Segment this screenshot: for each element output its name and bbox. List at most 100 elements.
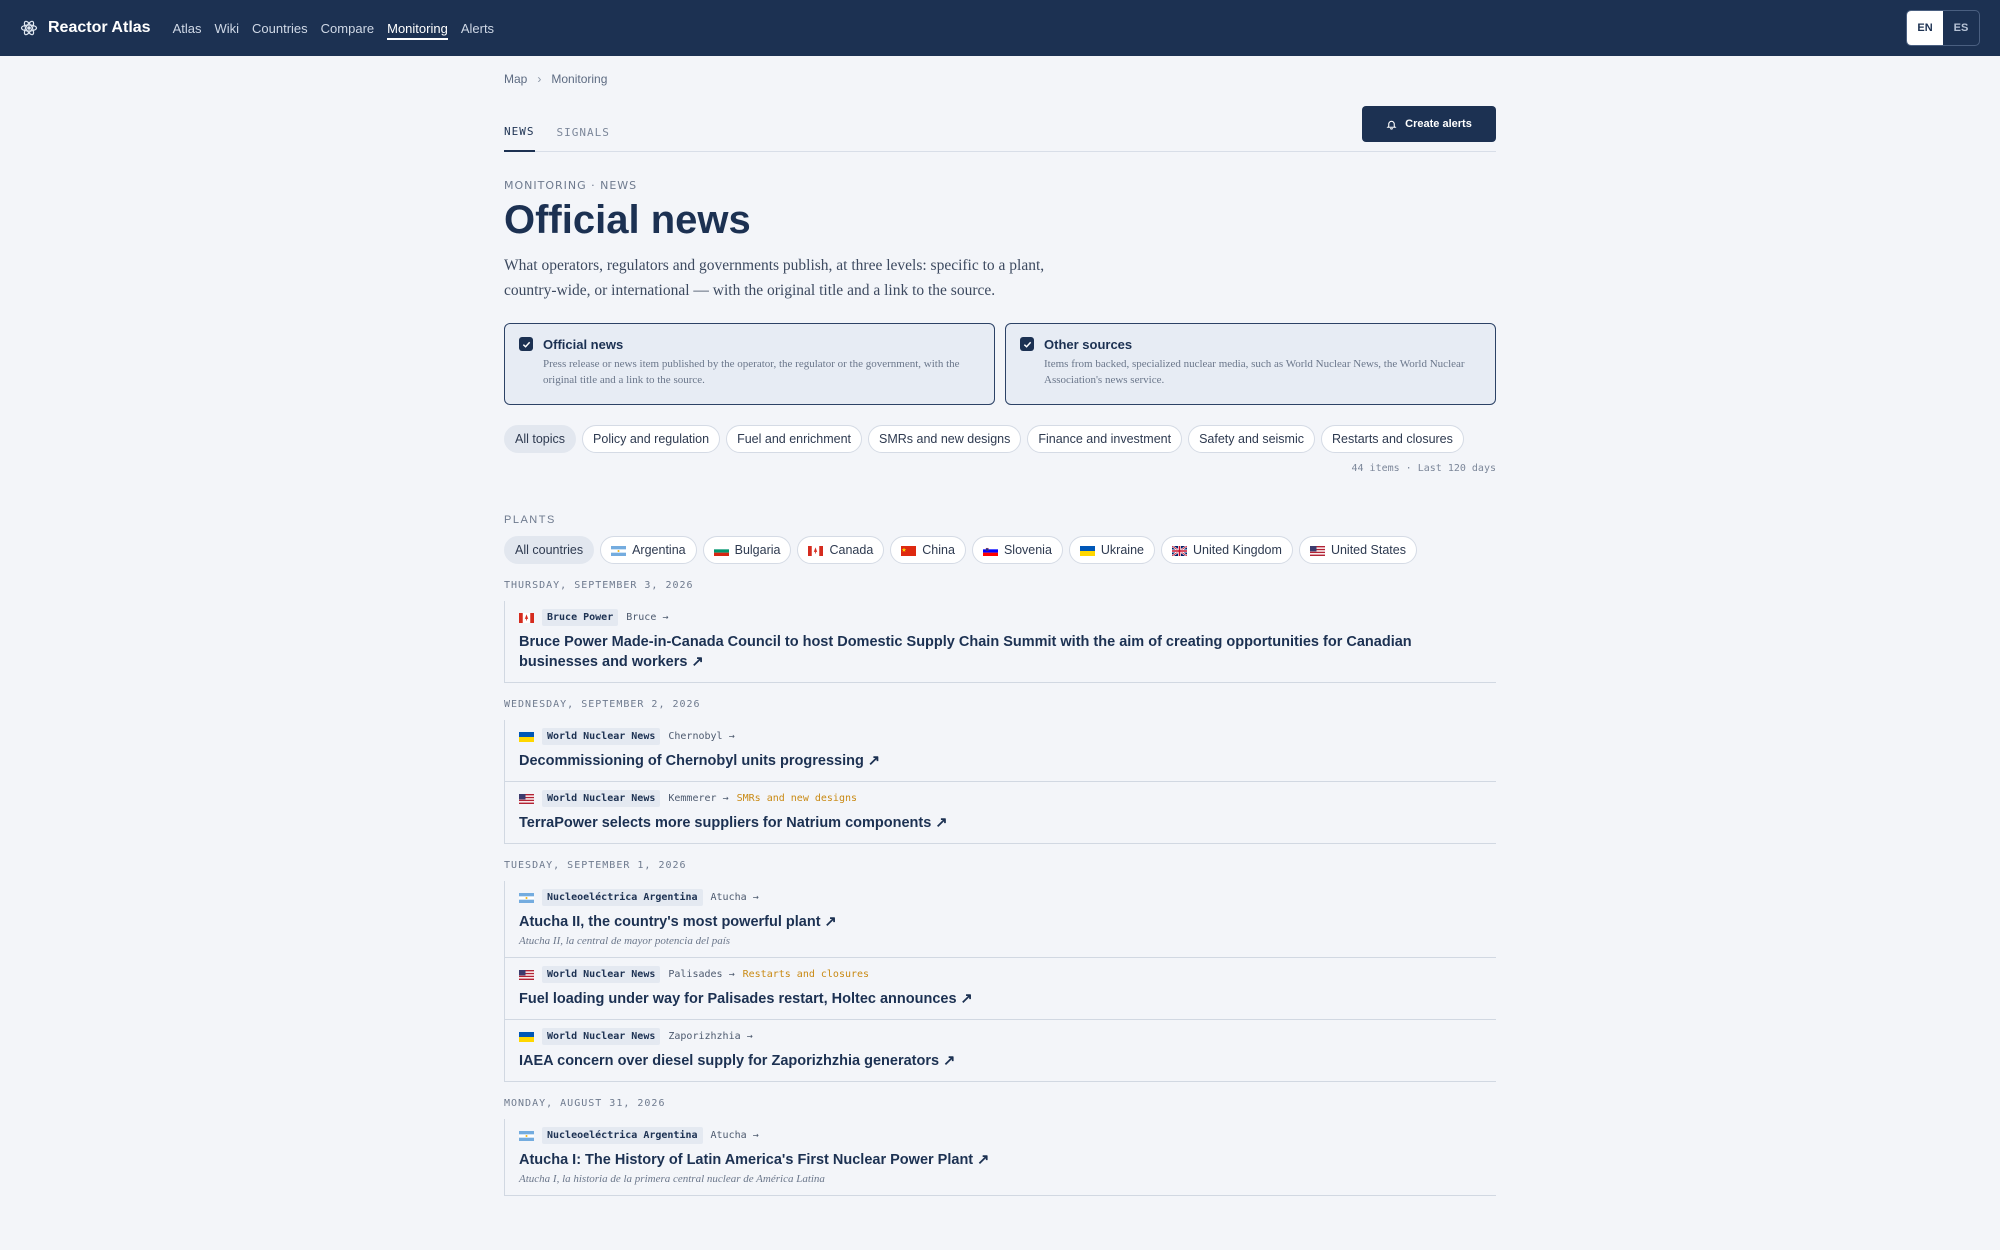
source-filter-other-sources[interactable]: Other sources Items from backed, speciali… (1005, 323, 1496, 405)
topic-tag[interactable]: Restarts and closures (743, 969, 869, 980)
language-option-es[interactable]: ES (1943, 11, 1979, 45)
tab-signals[interactable]: SIGNALS (557, 126, 610, 151)
plant-link[interactable]: Bruce → (626, 612, 668, 623)
country-chip-label: Canada (829, 543, 874, 557)
news-item-meta: Nucleoeléctrica Argentina Atucha → (519, 1127, 1482, 1144)
country-chip[interactable]: Argentina (600, 536, 697, 564)
source-badge: World Nuclear News (542, 728, 661, 745)
plant-link[interactable]: Zaporizhzhia → (668, 1031, 752, 1042)
topic-chip[interactable]: Policy and regulation (582, 425, 721, 453)
news-item-title-link[interactable]: Decommissioning of Chernobyl units progr… (519, 751, 1482, 771)
nav-item-compare[interactable]: Compare (321, 0, 374, 56)
topic-chip[interactable]: Restarts and closures (1321, 425, 1464, 453)
news-item-title-link[interactable]: Fuel loading under way for Palisades res… (519, 989, 1482, 1009)
source-filter-text: Official news Press release or news item … (543, 337, 980, 404)
nav-item-countries[interactable]: Countries (252, 0, 308, 56)
item-count: 44 items · Last 120 days (1351, 463, 1497, 474)
nav-item-alerts[interactable]: Alerts (461, 0, 494, 56)
page-title: Official news (504, 198, 751, 242)
topic-chip[interactable]: SMRs and new designs (868, 425, 1022, 453)
topic-chip[interactable]: All topics (504, 425, 577, 453)
news-feed: THURSDAY, SEPTEMBER 3, 2026 Bruce Power Br… (504, 580, 1496, 1196)
news-item[interactable]: World Nuclear News Palisades → Restarts an… (504, 958, 1496, 1020)
brand[interactable]: Reactor Atlas (20, 19, 151, 37)
nav-item-wiki[interactable]: Wiki (214, 0, 239, 56)
news-item-meta: World Nuclear News Chernobyl → (519, 728, 1482, 745)
breadcrumb-map-link[interactable]: Map (504, 72, 527, 86)
plant-link[interactable]: Kemmerer → (668, 793, 728, 804)
date-heading: WEDNESDAY, SEPTEMBER 2, 2026 (504, 699, 701, 710)
tab-news[interactable]: NEWS (504, 125, 535, 152)
checkbox-checked-icon[interactable] (519, 337, 533, 351)
page-kicker: MONITORING · NEWS (504, 179, 638, 192)
news-item-meta: Bruce Power Bruce → (519, 609, 1482, 626)
plant-link[interactable]: Palisades → (668, 969, 734, 980)
flag-ar-icon (611, 545, 627, 556)
country-chip[interactable]: All countries (504, 536, 595, 564)
country-chip[interactable]: United Kingdom (1160, 536, 1293, 564)
date-heading: TUESDAY, SEPTEMBER 1, 2026 (504, 860, 687, 871)
country-chip-label: United Kingdom (1192, 543, 1282, 557)
plant-link[interactable]: Chernobyl → (668, 731, 734, 742)
language-switcher: EN ES (1906, 10, 1980, 46)
news-item[interactable]: Bruce Power Bruce → Bruce Power Made-in-Ca… (504, 601, 1496, 683)
news-item-title-link[interactable]: Atucha I: The History of Latin America's… (519, 1150, 1482, 1170)
country-chip-label: Slovenia (1003, 543, 1052, 557)
country-chip[interactable]: China (890, 536, 966, 564)
country-chip[interactable]: Bulgaria (702, 536, 792, 564)
news-item[interactable]: Nucleoeléctrica Argentina Atucha → Atucha … (504, 1119, 1496, 1196)
source-filter-title: Other sources (1044, 337, 1133, 352)
app-name: Reactor Atlas (48, 19, 151, 36)
language-option-en[interactable]: EN (1907, 11, 1943, 45)
topic-chip[interactable]: Safety and seismic (1188, 425, 1315, 453)
create-alerts-button[interactable]: Create alerts (1362, 106, 1496, 142)
news-item[interactable]: World Nuclear News Chernobyl → Decommissio… (504, 720, 1496, 782)
country-chip[interactable]: Canada (797, 536, 885, 564)
top-navigation-bar: Reactor Atlas Atlas Wiki Countries Compare M… (0, 0, 2000, 56)
news-item[interactable]: World Nuclear News Zaporizhzhia → IAEA con… (504, 1020, 1496, 1082)
main-nav: Atlas Wiki Countries Compare Monitoring Alert… (173, 0, 494, 56)
country-chip-label: United States (1330, 543, 1406, 557)
news-item-meta: Nucleoeléctrica Argentina Atucha → (519, 889, 1482, 906)
country-chip[interactable]: United States (1298, 536, 1417, 564)
country-chip[interactable]: Slovenia (971, 536, 1063, 564)
breadcrumb: Map › Monitoring (504, 72, 1496, 86)
news-item-meta: World Nuclear News Palisades → Restarts an… (519, 966, 1482, 983)
news-item-title-link[interactable]: Atucha II, the country's most powerful p… (519, 912, 1482, 932)
plants-section-label: PLANTS (504, 514, 556, 526)
country-chip[interactable]: Ukraine (1068, 536, 1155, 564)
page-intro: What operators, regulators and governmen… (504, 257, 1045, 299)
source-filter-description: Press release or news item published by … (543, 358, 960, 386)
atom-logo-icon (20, 20, 38, 36)
checkbox-checked-icon[interactable] (1020, 337, 1034, 351)
news-item-meta: World Nuclear News Kemmerer → SMRs and new… (519, 790, 1482, 807)
plant-link[interactable]: Atucha → (711, 892, 759, 903)
source-badge: Bruce Power (542, 609, 619, 626)
source-filters: Official news Press release or news item … (504, 323, 1496, 405)
news-item-title-link[interactable]: Bruce Power Made-in-Canada Council to ho… (519, 632, 1482, 672)
bell-icon (1386, 120, 1397, 130)
date-heading: MONDAY, AUGUST 31, 2026 (504, 1098, 666, 1109)
source-badge: Nucleoeléctrica Argentina (542, 1127, 703, 1144)
topic-chip[interactable]: Finance and investment (1027, 425, 1183, 453)
breadcrumb-current: Monitoring (551, 72, 608, 86)
create-alerts-label: Create alerts (1405, 118, 1472, 130)
news-item-title-link[interactable]: IAEA concern over diesel supply for Zapo… (519, 1051, 1482, 1071)
news-item-title-link[interactable]: TerraPower selects more suppliers for Na… (519, 813, 1482, 833)
flag-ca-icon (519, 612, 534, 623)
news-item[interactable]: Nucleoeléctrica Argentina Atucha → Atucha … (504, 881, 1496, 958)
source-filter-description: Items from backed, specialized nuclear m… (1044, 358, 1465, 386)
flag-ca-icon (808, 545, 824, 556)
nav-item-atlas[interactable]: Atlas (173, 0, 202, 56)
flag-ar-icon (519, 892, 534, 903)
source-badge: World Nuclear News (542, 790, 661, 807)
topic-tag[interactable]: SMRs and new designs (737, 793, 857, 804)
plant-link[interactable]: Atucha → (711, 1130, 759, 1141)
chevron-right-icon: › (537, 72, 542, 86)
news-item[interactable]: World Nuclear News Kemmerer → SMRs and new… (504, 782, 1496, 844)
source-filter-official-news[interactable]: Official news Press release or news item … (504, 323, 995, 405)
nav-item-monitoring[interactable]: Monitoring (387, 0, 448, 56)
country-filters: All countries Argentina Bulgaria Canada Chin… (504, 536, 1496, 564)
topic-chip[interactable]: Fuel and enrichment (726, 425, 863, 453)
flag-gb-icon (1171, 545, 1188, 557)
